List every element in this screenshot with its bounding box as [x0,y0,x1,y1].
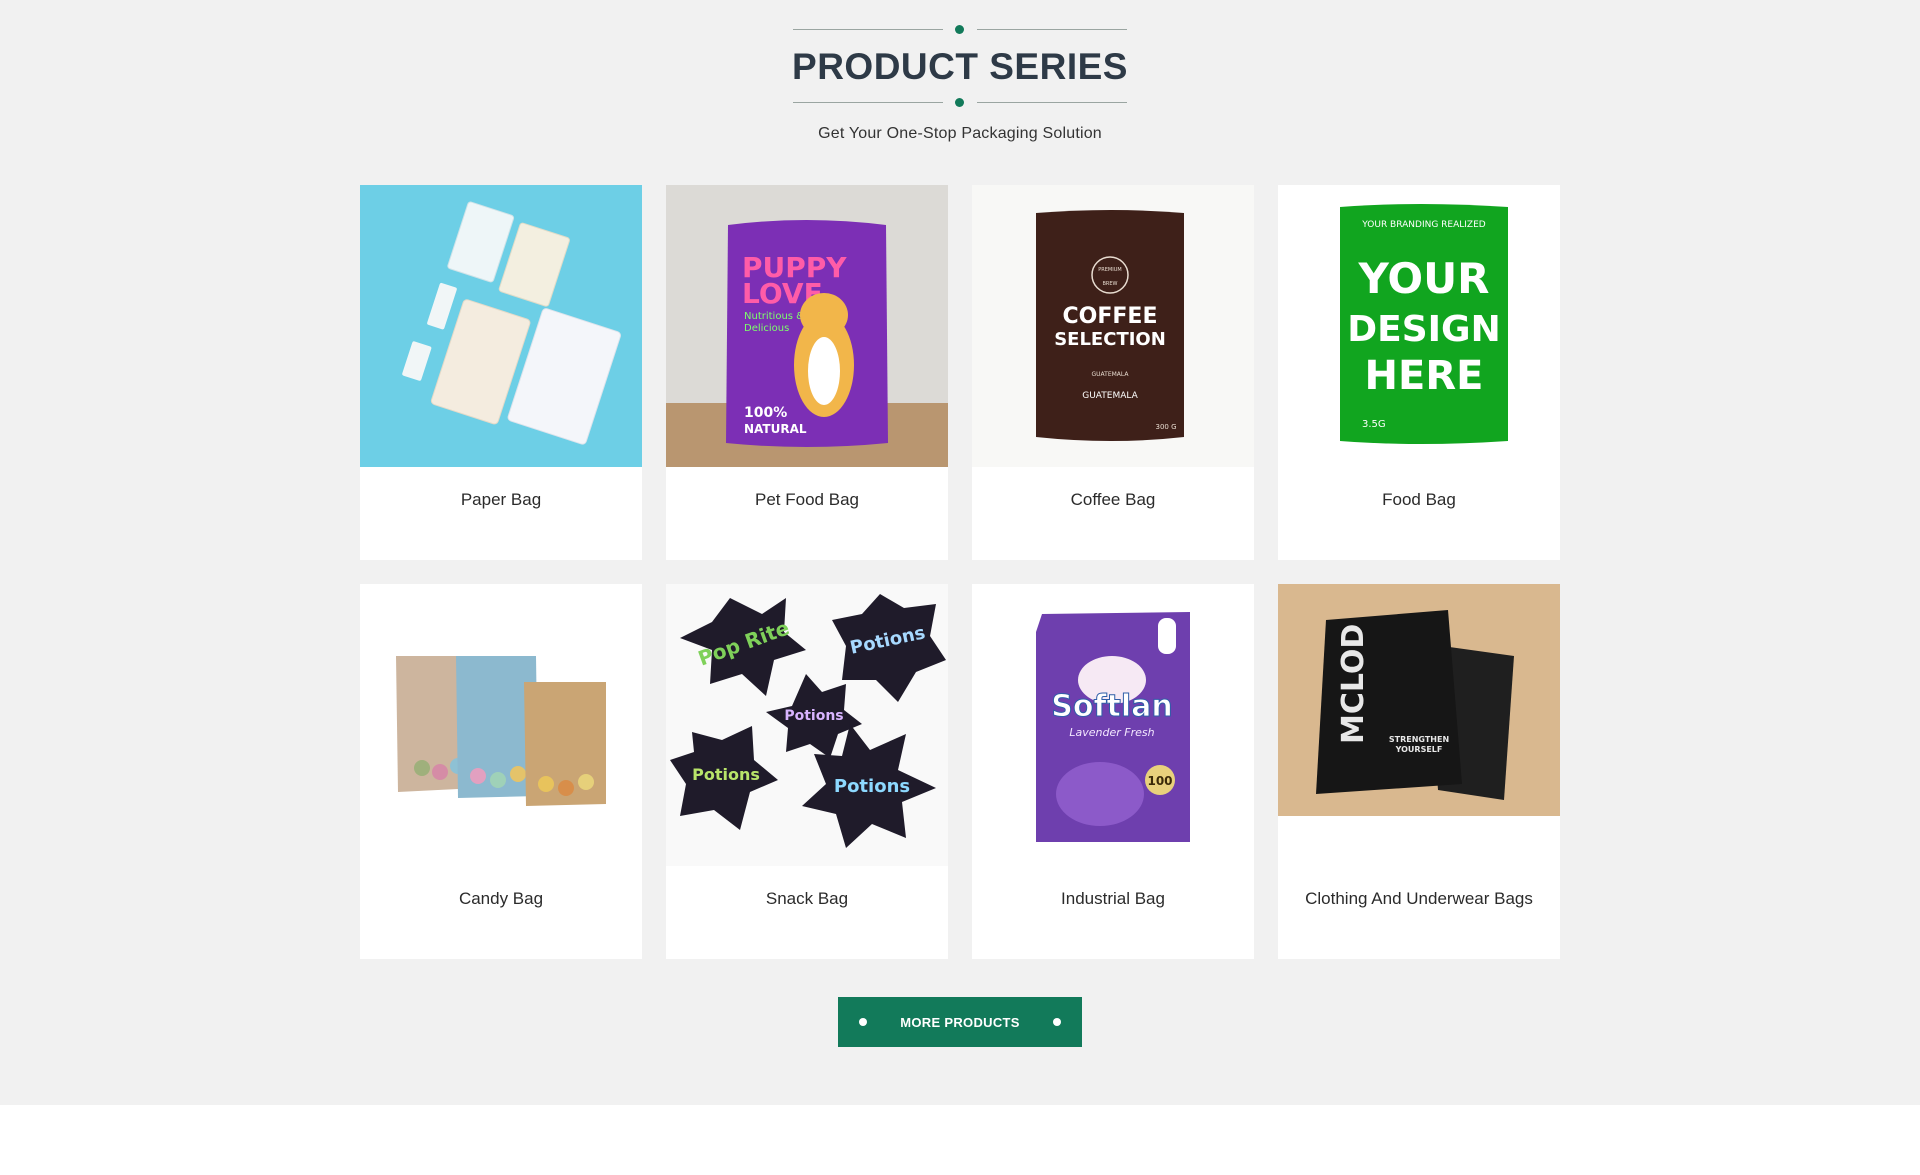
product-label[interactable]: Paper Bag [360,490,642,510]
svg-text:300 G: 300 G [1155,423,1176,431]
svg-text:NATURAL: NATURAL [744,422,807,436]
button-dot-icon [859,1018,867,1026]
svg-text:Nutritious &: Nutritious & [744,311,804,322]
svg-text:GUATEMALA: GUATEMALA [1082,391,1138,401]
svg-text:GUATEMALA: GUATEMALA [1091,371,1129,378]
product-label[interactable]: Industrial Bag [972,889,1254,909]
product-card-candy-bag[interactable]: Candy Bag [360,584,642,959]
svg-text:STRENGTHEN: STRENGTHEN [1389,735,1449,744]
title-divider-top [793,25,1127,35]
svg-text:Potions: Potions [692,765,760,784]
divider-dot-icon [955,25,964,34]
pet-food-bag-image[interactable]: PUPPY LOVE Nutritious & Delicious 100% N… [666,185,948,467]
product-card-snack-bag[interactable]: Pop Rite Potions Potions Potions Potions… [666,584,948,959]
product-label[interactable]: Snack Bag [666,889,948,909]
product-label[interactable]: Coffee Bag [972,490,1254,510]
svg-text:Lavender Fresh: Lavender Fresh [1069,726,1154,739]
product-label[interactable]: Food Bag [1278,490,1560,510]
svg-text:YOUR BRANDING REALIZED: YOUR BRANDING REALIZED [1361,220,1486,230]
candy-bag-image[interactable] [360,584,642,866]
product-card-clothing-bag[interactable]: MCLOD STRENGTHEN YOURSELF Clothing And U… [1278,584,1560,959]
svg-text:BREW: BREW [1102,281,1117,287]
svg-text:COFFEE: COFFEE [1063,304,1158,329]
page-title: PRODUCT SERIES [792,46,1128,87]
svg-text:100: 100 [1147,774,1172,788]
svg-text:YOUR: YOUR [1357,254,1489,303]
svg-text:3.5G: 3.5G [1362,419,1386,430]
svg-text:MCLOD: MCLOD [1336,624,1371,744]
svg-text:Softlan: Softlan [1051,689,1173,724]
product-grid: Paper Bag PUPPY LOVE Nutritious & Delici… [360,185,1560,959]
svg-text:DESIGN: DESIGN [1347,309,1500,350]
product-card-pet-food-bag[interactable]: PUPPY LOVE Nutritious & Delicious 100% N… [666,185,948,560]
product-card-food-bag[interactable]: YOUR BRANDING REALIZED YOUR DESIGN HERE … [1278,185,1560,560]
industrial-bag-image[interactable]: Softlan Lavender Fresh 100 [972,584,1254,866]
svg-text:Potions: Potions [834,776,910,797]
title-divider-bottom [793,98,1127,108]
product-card-paper-bag[interactable]: Paper Bag [360,185,642,560]
svg-text:Delicious: Delicious [744,323,789,334]
food-bag-image[interactable]: YOUR BRANDING REALIZED YOUR DESIGN HERE … [1278,185,1560,467]
product-label[interactable]: Pet Food Bag [666,490,948,510]
snack-bag-image[interactable]: Pop Rite Potions Potions Potions Potions [666,584,948,866]
section-subtitle: Get Your One-Stop Packaging Solution [818,125,1102,142]
clothing-bag-image[interactable]: MCLOD STRENGTHEN YOURSELF [1278,584,1560,866]
svg-text:100%: 100% [744,405,787,421]
paper-bag-image[interactable] [360,185,642,467]
button-dot-icon [1053,1018,1061,1026]
svg-text:SELECTION: SELECTION [1054,329,1166,350]
product-series-section: PRODUCT SERIES Get Your One-Stop Packagi… [0,0,1920,1105]
svg-text:YOURSELF: YOURSELF [1395,745,1443,754]
product-card-coffee-bag[interactable]: PREMIUM BREW COFFEE SELECTION GUATEMALA … [972,185,1254,560]
svg-text:PREMIUM: PREMIUM [1098,267,1121,273]
svg-text:HERE: HERE [1365,353,1484,399]
product-label[interactable]: Clothing And Underwear Bags [1278,889,1560,909]
more-products-label[interactable]: MORE PRODUCTS [900,1015,1019,1030]
coffee-bag-image[interactable]: PREMIUM BREW COFFEE SELECTION GUATEMALA … [972,185,1254,467]
svg-text:Potions: Potions [784,708,843,724]
section-header: PRODUCT SERIES Get Your One-Stop Packagi… [0,25,1920,143]
product-card-industrial-bag[interactable]: Softlan Lavender Fresh 100 Industrial Ba… [972,584,1254,959]
divider-dot-icon [955,98,964,107]
more-products-button[interactable]: MORE PRODUCTS [838,997,1082,1047]
product-label[interactable]: Candy Bag [360,889,642,909]
